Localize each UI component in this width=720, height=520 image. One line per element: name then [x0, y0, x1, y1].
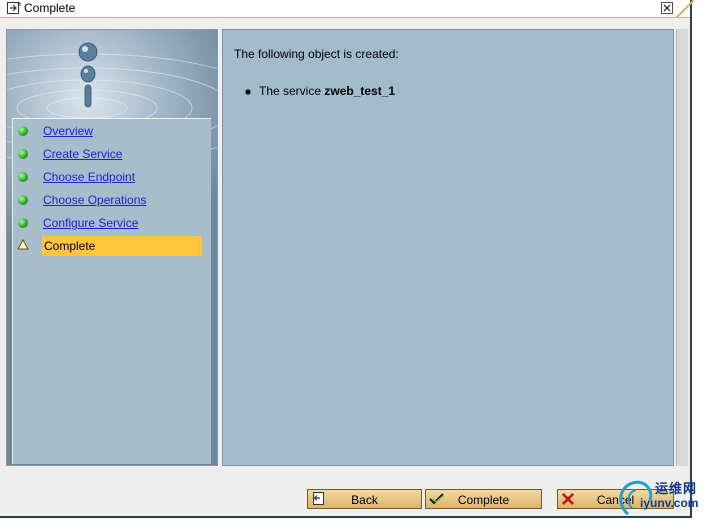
step-choose-operations[interactable]: Choose Operations	[13, 190, 209, 210]
green-light-icon	[18, 218, 28, 228]
step-create-service[interactable]: Create Service	[13, 144, 209, 164]
window-title: Complete	[24, 1, 76, 15]
step-overview[interactable]: Overview	[13, 121, 209, 141]
step-label[interactable]: Choose Endpoint	[43, 170, 135, 184]
title-bar: Complete	[0, 0, 690, 18]
step-complete[interactable]: Complete	[13, 236, 209, 256]
step-label[interactable]: Overview	[43, 124, 93, 138]
side-strip	[676, 29, 688, 466]
warning-triangle-icon	[17, 238, 29, 253]
green-light-icon	[18, 195, 28, 205]
back-label: Back	[351, 493, 378, 507]
wizard-steps-list: Overview Create Service Choose Endpoint …	[12, 118, 211, 464]
watermark-text: 运维网	[655, 481, 698, 496]
step-configure-service[interactable]: Configure Service	[13, 213, 209, 233]
wizard-window-icon	[7, 2, 21, 15]
green-light-icon	[18, 126, 28, 136]
corner-accent	[676, 0, 694, 18]
watermark-url: iyunv.com	[640, 496, 699, 510]
complete-button[interactable]: Complete	[425, 489, 542, 509]
step-label[interactable]: Complete	[44, 239, 95, 253]
close-icon[interactable]	[661, 2, 673, 14]
step-label[interactable]: Configure Service	[43, 216, 138, 230]
content-area: The following object is created: The ser…	[222, 29, 674, 466]
created-object-item: The service zweb_test_1	[245, 84, 396, 98]
green-light-icon	[18, 172, 28, 182]
service-name: zweb_test_1	[324, 84, 396, 98]
step-choose-endpoint[interactable]: Choose Endpoint	[13, 167, 209, 187]
complete-label: Complete	[457, 493, 510, 507]
result-message: The following object is created:	[234, 47, 399, 61]
step-label[interactable]: Choose Operations	[43, 193, 146, 207]
green-light-icon	[18, 149, 28, 159]
created-object-prefix: The service	[259, 84, 325, 98]
back-button[interactable]: Back	[307, 489, 422, 509]
wizard-window: Complete Overview Create Service Choose …	[0, 0, 694, 518]
bullet-icon	[245, 89, 251, 95]
navigation-panel: Overview Create Service Choose Endpoint …	[6, 29, 218, 466]
step-label[interactable]: Create Service	[43, 147, 122, 161]
